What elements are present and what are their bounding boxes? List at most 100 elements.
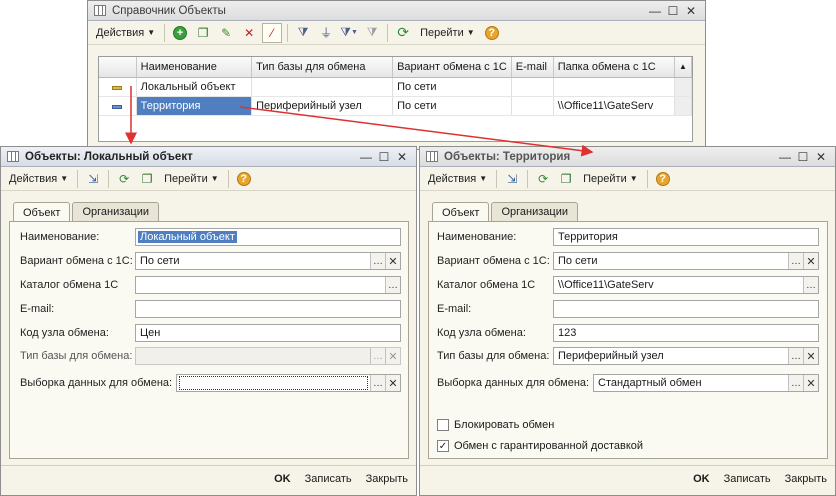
clear-icon[interactable]: ✕ [803, 348, 818, 364]
catalog-field[interactable]: … [135, 276, 401, 294]
add-icon[interactable]: + [170, 23, 190, 43]
name-value: Локальный объект [138, 231, 237, 243]
maximize-icon[interactable]: ☐ [795, 149, 811, 165]
filter-list-icon[interactable]: ⧩ ▼ [339, 23, 359, 43]
save-button[interactable]: Записать [305, 473, 352, 485]
scrollbar-track[interactable] [674, 77, 692, 97]
scroll-up-icon[interactable]: ▲ [674, 57, 692, 78]
checkmark-icon[interactable]: ✓ [437, 440, 449, 452]
type-field[interactable]: Периферийный узел … ✕ [553, 347, 819, 365]
select-button-icon[interactable]: … [370, 375, 385, 391]
minimize-icon[interactable]: — [777, 149, 793, 165]
select-button-icon[interactable]: … [788, 375, 803, 391]
close-button[interactable]: Закрыть [785, 473, 827, 485]
select-button-icon[interactable]: … [788, 253, 803, 269]
minimize-icon[interactable]: — [647, 3, 663, 19]
select-button-icon[interactable]: … [385, 277, 400, 293]
help-icon[interactable]: ? [482, 23, 502, 43]
row-variant[interactable]: По сети [392, 77, 512, 97]
row-email[interactable] [511, 96, 554, 116]
type-field: … ✕ [135, 347, 401, 365]
table-row[interactable]: Территория Периферийный узел По сети \\O… [99, 96, 692, 116]
filter-value-icon[interactable]: ⏚ [316, 23, 336, 43]
goto-label: Перейти [164, 172, 208, 185]
right-titlebar: Объекты: Территория — ☐ ✕ [420, 147, 835, 167]
refresh-icon[interactable]: ⟳ [393, 23, 413, 43]
ok-button[interactable]: OK [693, 473, 710, 485]
clear-filter-icon[interactable]: ⧩ [362, 23, 382, 43]
selection-field[interactable]: … ✕ [176, 374, 401, 392]
save-button[interactable]: Записать [724, 473, 771, 485]
column-header[interactable]: Наименование [136, 57, 253, 78]
variant-field[interactable]: По сети … ✕ [135, 252, 401, 270]
clear-icon[interactable]: ✕ [385, 253, 400, 269]
tab-object[interactable]: Объект [432, 202, 490, 222]
tab-object[interactable]: Объект [13, 202, 71, 222]
name-field[interactable]: Локальный объект [135, 228, 401, 246]
catalog-field[interactable]: \\Office11\GateServ … [553, 276, 819, 294]
row-folder[interactable] [553, 77, 676, 97]
reread-icon[interactable]: ⟳ [533, 169, 553, 189]
help-icon[interactable]: ? [234, 169, 254, 189]
minimize-icon[interactable]: — [358, 149, 374, 165]
row-email[interactable] [511, 77, 554, 97]
block-exchange-checkbox[interactable]: Блокировать обмен [437, 419, 554, 431]
column-header[interactable]: Папка обмена с 1С [553, 57, 676, 78]
row-name[interactable]: Локальный объект [136, 77, 253, 97]
actions-menu[interactable]: Действия ▼ [92, 23, 159, 43]
row-type[interactable] [251, 77, 394, 97]
help-icon[interactable]: ? [653, 169, 673, 189]
close-icon[interactable]: ✕ [394, 149, 410, 165]
copy-icon[interactable]: ❐ [193, 23, 213, 43]
row-name[interactable]: Территория [136, 96, 253, 116]
goto-menu[interactable]: Перейти ▼ [579, 169, 642, 189]
variant-field[interactable]: По сети … ✕ [553, 252, 819, 270]
maximize-icon[interactable]: ☐ [665, 3, 681, 19]
catalog-icon [94, 5, 106, 16]
email-field[interactable] [553, 300, 819, 318]
mark-delete-icon[interactable]: ⁄ [262, 22, 283, 43]
checkbox-unchecked-icon[interactable] [437, 419, 449, 431]
close-icon[interactable]: ✕ [813, 149, 829, 165]
column-header[interactable]: Вариант обмена с 1С [392, 57, 512, 78]
row-variant[interactable]: По сети [392, 96, 512, 116]
guaranteed-delivery-checkbox[interactable]: ✓ Обмен с гарантированной доставкой [437, 440, 643, 452]
filter-icon[interactable]: ⧩ [293, 23, 313, 43]
clear-icon[interactable]: ✕ [385, 375, 400, 391]
close-button[interactable]: Закрыть [366, 473, 408, 485]
variant-value: По сети [140, 255, 180, 267]
select-button-icon[interactable]: … [803, 277, 818, 293]
reread-icon[interactable]: ⟳ [114, 169, 134, 189]
close-icon[interactable]: ✕ [683, 3, 699, 19]
column-header[interactable]: E-mail [511, 57, 554, 78]
copy-icon[interactable]: ❐ [556, 169, 576, 189]
select-button-icon[interactable]: … [788, 348, 803, 364]
tab-organizations[interactable]: Организации [491, 202, 579, 221]
select-button-icon[interactable]: … [370, 253, 385, 269]
toolbar-separator [527, 169, 529, 188]
clear-icon[interactable]: ✕ [803, 253, 818, 269]
goto-menu[interactable]: Перейти ▼ [416, 23, 479, 43]
delete-icon[interactable]: ✕ [239, 23, 259, 43]
maximize-icon[interactable]: ☐ [376, 149, 392, 165]
code-field[interactable]: 123 [553, 324, 819, 342]
row-folder[interactable]: \\Office11\GateServ [553, 96, 676, 116]
scrollbar-track[interactable] [674, 96, 692, 116]
actions-menu[interactable]: Действия ▼ [424, 169, 491, 189]
table-row[interactable]: Локальный объект По сети [99, 77, 692, 97]
edit-icon[interactable]: ✎ [216, 23, 236, 43]
clear-icon[interactable]: ✕ [803, 375, 818, 391]
save-close-icon[interactable]: ⇲ [502, 169, 522, 189]
email-field[interactable] [135, 300, 401, 318]
save-close-icon[interactable]: ⇲ [83, 169, 103, 189]
name-field[interactable]: Территория [553, 228, 819, 246]
actions-menu[interactable]: Действия ▼ [5, 169, 72, 189]
code-field[interactable]: Цен [135, 324, 401, 342]
ok-button[interactable]: OK [274, 473, 291, 485]
goto-menu[interactable]: Перейти ▼ [160, 169, 223, 189]
selection-field[interactable]: Стандартный обмен … ✕ [593, 374, 819, 392]
row-type[interactable]: Периферийный узел [251, 96, 394, 116]
tab-organizations[interactable]: Организации [72, 202, 160, 221]
copy-icon[interactable]: ❐ [137, 169, 157, 189]
column-header[interactable]: Тип базы для обмена [251, 57, 394, 78]
